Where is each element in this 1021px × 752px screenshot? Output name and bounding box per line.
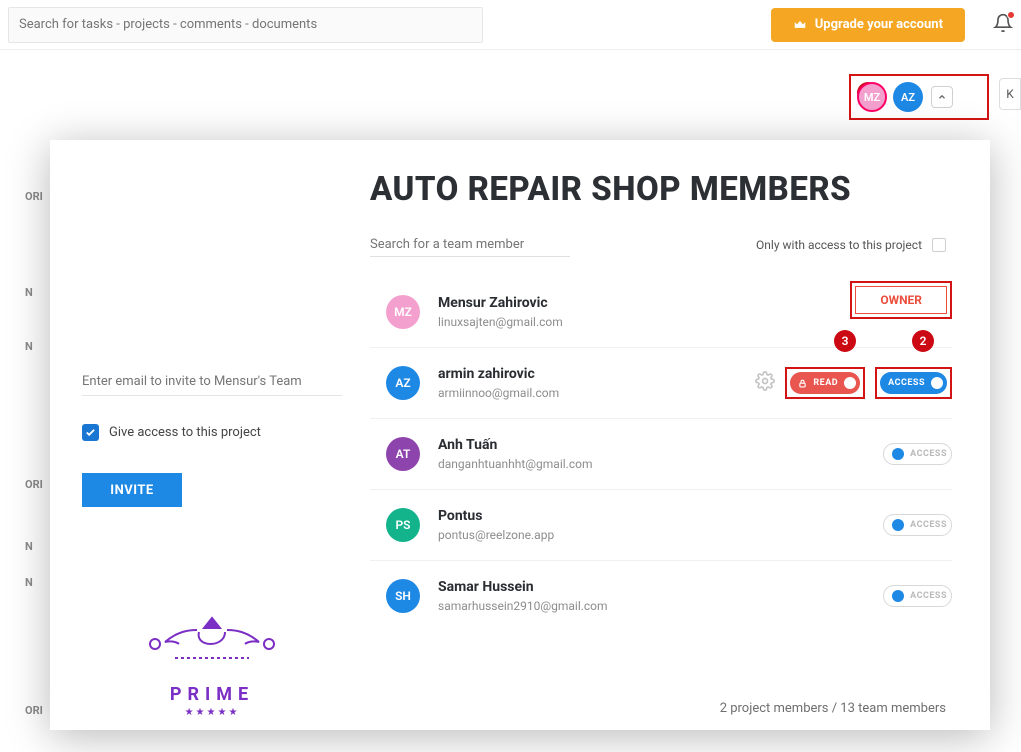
member-row: SH Samar Hussein samarhussein2910@gmail.… [370,561,952,631]
prime-crest-icon [127,610,297,680]
access-label: ACCESS [888,378,925,388]
member-name: armin zahirovic [438,366,755,382]
avatar-az[interactable]: AZ [893,82,923,112]
checkbox-unchecked-icon [932,238,946,252]
access-label: ACCESS [910,449,947,459]
prime-label: PRIME [170,684,254,705]
k-button[interactable]: K [999,78,1021,110]
project-members-avatars[interactable]: MZ AZ [849,74,989,120]
member-info: Samar Hussein samarhussein2910@gmail.com [438,579,883,613]
project-header: 1 MZ AZ K [0,50,1021,140]
spacer [82,168,342,368]
chevron-up-icon[interactable] [931,86,953,108]
access-toggle[interactable]: ACCESS [883,443,952,465]
member-info: armin zahirovic armiinnoo@gmail.com [438,366,755,400]
members-count-footer: 2 project members / 13 team members [370,689,980,716]
member-info: Pontus pontus@reelzone.app [438,508,883,542]
invite-panel: Give access to this project INVITE PRIME… [50,140,370,730]
prime-stars: ★★★★★ [185,707,240,718]
upgrade-account-button[interactable]: Upgrade your account [771,8,965,42]
owner-badge: OWNER [855,286,947,314]
members-list: MZ Mensur Zahirovic linuxsajten@gmail.co… [370,277,980,689]
only-access-toggle[interactable]: Only with access to this project [756,238,946,252]
members-modal: Give access to this project INVITE PRIME… [50,140,990,730]
member-avatar: AZ [386,366,420,400]
member-row: AT Anh Tuấn danganhtuanhht@gmail.com ACC… [370,419,952,490]
toggle-knob [892,448,904,460]
members-filter-row: Only with access to this project [370,233,980,257]
crown-icon [793,18,807,32]
member-row: PS Pontus pontus@reelzone.app ACCESS [370,490,952,561]
access-toggle[interactable]: ACCESS [880,372,947,394]
member-email: danganhtuanhht@gmail.com [438,457,883,471]
give-access-label: Give access to this project [109,425,261,440]
member-name: Pontus [438,508,883,524]
checkbox-checked-icon [82,424,99,441]
member-email: samarhussein2910@gmail.com [438,599,883,613]
member-name: Samar Hussein [438,579,883,595]
give-access-checkbox-row[interactable]: Give access to this project [82,424,342,441]
member-avatar: MZ [386,295,420,329]
upgrade-label: Upgrade your account [815,17,943,32]
read-toggle[interactable]: READ [790,372,860,394]
member-avatar: AT [386,437,420,471]
annotation-3: 3 [834,330,856,352]
owner-highlight: OWNER [850,281,952,319]
lock-icon [798,379,807,388]
prime-badge: PRIME ★★★★★ [82,610,342,718]
toggle-knob [931,377,943,389]
gear-icon[interactable] [755,371,775,395]
access-highlight: ACCESS [875,367,952,399]
avatar-mz[interactable]: MZ [857,82,887,112]
member-row: MZ Mensur Zahirovic linuxsajten@gmail.co… [370,277,952,348]
annotation-2: 2 [912,330,934,352]
member-email: armiinnoo@gmail.com [438,386,755,400]
member-avatar: PS [386,508,420,542]
access-toggle[interactable]: ACCESS [883,514,952,536]
member-avatar: SH [386,579,420,613]
invite-email-input[interactable] [82,368,342,396]
only-access-label: Only with access to this project [756,238,922,252]
top-bar: Upgrade your account [0,0,1021,50]
read-highlight: READ [785,367,865,399]
member-name: Anh Tuấn [438,437,883,453]
access-label: ACCESS [910,520,947,530]
access-toggle[interactable]: ACCESS [883,585,952,607]
member-row: AZ armin zahirovic armiinnoo@gmail.com R… [370,348,952,419]
toggle-knob [892,590,904,602]
global-search-input[interactable] [8,7,483,43]
notification-dot [1007,11,1015,19]
toggle-knob [892,519,904,531]
member-search-input[interactable] [370,233,570,257]
access-label: ACCESS [910,591,947,601]
invite-button[interactable]: INVITE [82,473,182,507]
members-panel: AUTO REPAIR SHOP MEMBERS Only with acces… [370,140,990,730]
member-email: pontus@reelzone.app [438,528,883,542]
members-title: AUTO REPAIR SHOP MEMBERS [370,170,980,209]
member-info: Anh Tuấn danganhtuanhht@gmail.com [438,437,883,471]
notifications-button[interactable] [993,13,1013,37]
toggle-knob [844,377,856,389]
read-label: READ [813,378,838,388]
